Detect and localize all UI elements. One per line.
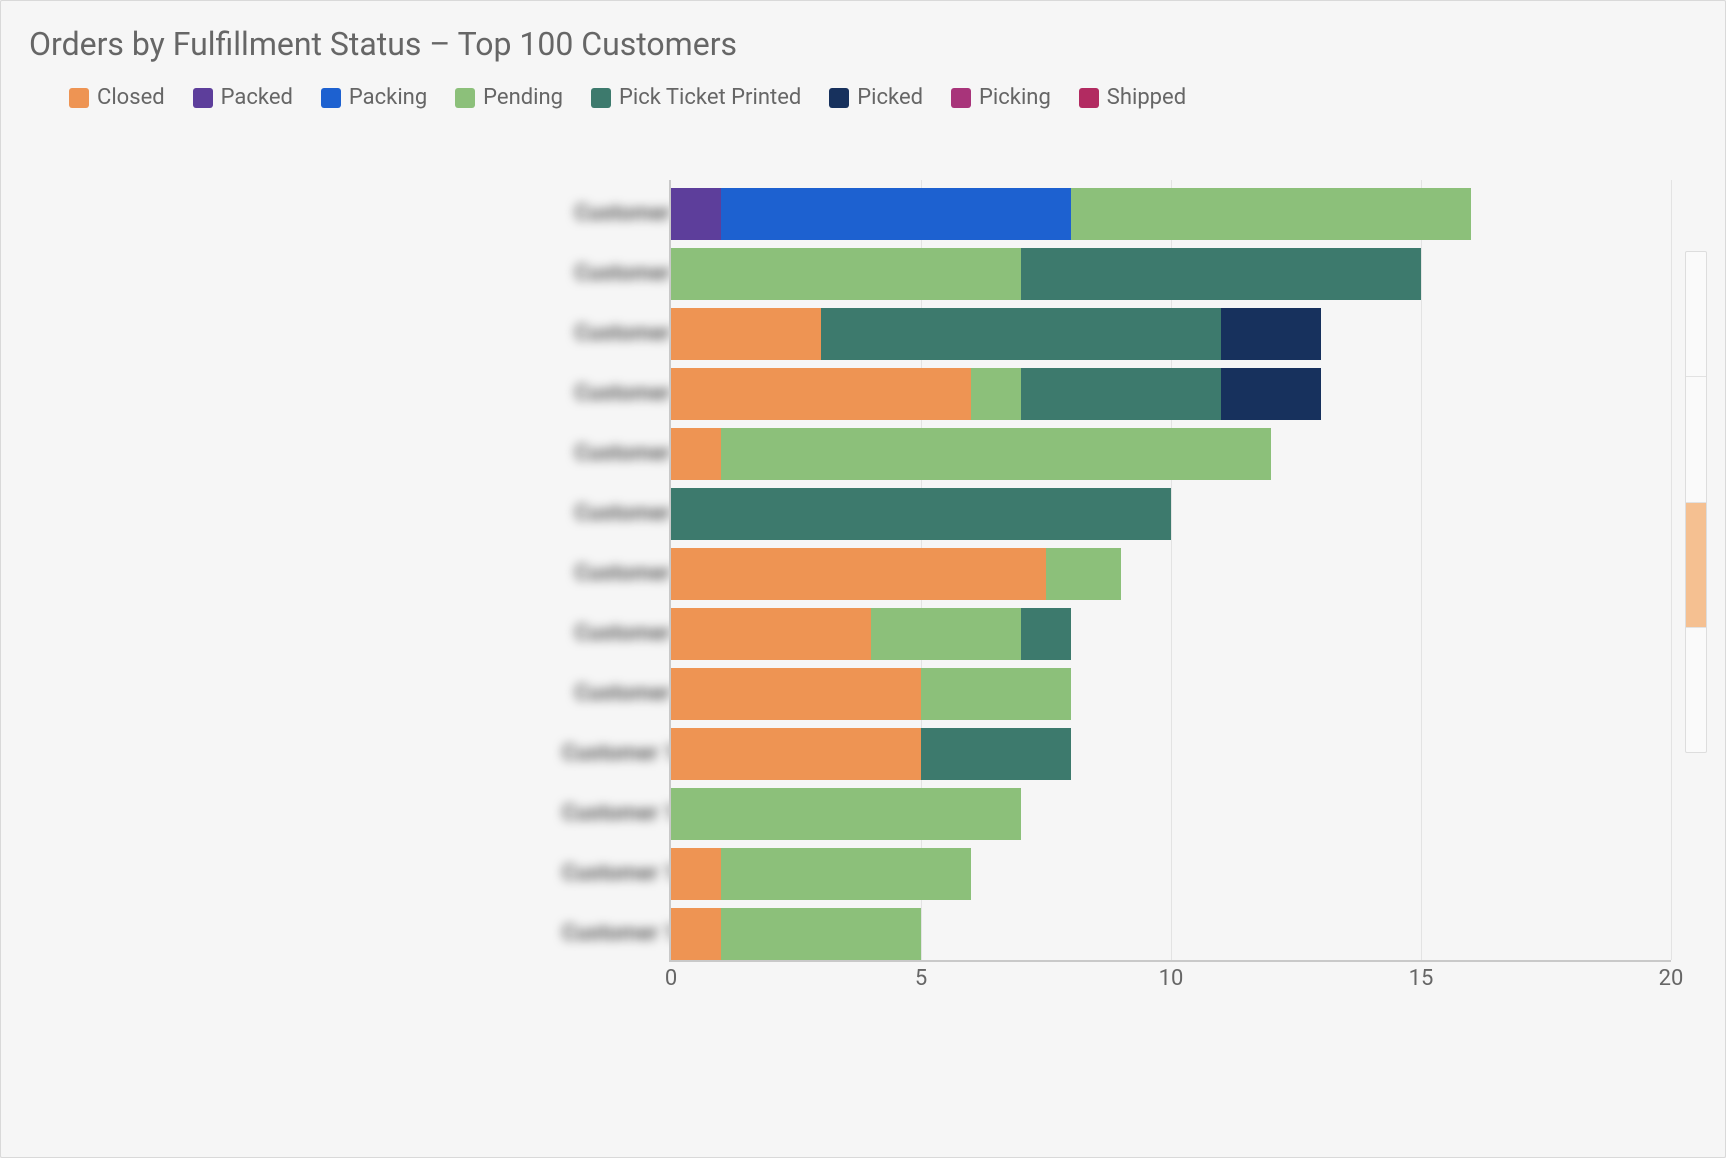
legend-item[interactable]: Pick Ticket Printed	[591, 85, 801, 110]
legend-label: Pending	[483, 85, 563, 110]
legend-swatch	[951, 88, 971, 108]
bar-segment[interactable]	[971, 368, 1021, 420]
bar-segment[interactable]	[671, 608, 871, 660]
bar-row[interactable]	[671, 248, 1671, 300]
scroll-rail-thumb[interactable]	[1686, 503, 1706, 628]
bar-row[interactable]	[671, 308, 1671, 360]
legend-item[interactable]: Shipped	[1079, 85, 1186, 110]
bar-segment[interactable]	[1046, 548, 1121, 600]
bar-segment[interactable]	[1221, 308, 1321, 360]
bar-row[interactable]	[671, 728, 1671, 780]
legend-label: Shipped	[1107, 85, 1186, 110]
legend-item[interactable]: Packed	[193, 85, 293, 110]
legend-swatch	[321, 88, 341, 108]
legend-label: Packing	[349, 85, 427, 110]
bar-segment[interactable]	[671, 788, 1021, 840]
bar-segment[interactable]	[1221, 368, 1321, 420]
bar-segment[interactable]	[671, 488, 1171, 540]
legend-item[interactable]: Pending	[455, 85, 563, 110]
x-tick-label: 5	[915, 966, 927, 991]
bar-segment[interactable]	[671, 728, 921, 780]
bar-segment[interactable]	[721, 848, 971, 900]
legend: Closed Packed Packing Pending Pick Ticket Pr…	[69, 85, 1697, 110]
bar-row[interactable]	[671, 548, 1671, 600]
legend-label: Pick Ticket Printed	[619, 85, 801, 110]
bar-segment[interactable]	[821, 308, 1221, 360]
chart-title: Orders by Fulfillment Status – Top 100 C…	[29, 25, 1697, 63]
legend-label: Packed	[221, 85, 293, 110]
plot-area: Customer 1Customer 2Customer 3Customer 4…	[669, 180, 1697, 1000]
legend-swatch	[591, 88, 611, 108]
gridline	[1671, 180, 1672, 960]
bar-segment[interactable]	[721, 188, 1071, 240]
scroll-rail-up[interactable]	[1686, 252, 1706, 377]
bar-segment[interactable]	[921, 668, 1071, 720]
bars-container	[671, 180, 1671, 960]
bar-segment[interactable]	[1021, 608, 1071, 660]
bar-segment[interactable]	[671, 308, 821, 360]
bar-segment[interactable]	[721, 908, 921, 960]
bar-segment[interactable]	[671, 428, 721, 480]
x-axis-ticks: 05101520	[671, 966, 1671, 996]
scroll-rail-down[interactable]	[1686, 628, 1706, 752]
bar-row[interactable]	[671, 488, 1671, 540]
bar-row[interactable]	[671, 848, 1671, 900]
legend-swatch	[1079, 88, 1099, 108]
bar-row[interactable]	[671, 428, 1671, 480]
bar-segment[interactable]	[671, 848, 721, 900]
bar-segment[interactable]	[671, 188, 721, 240]
legend-label: Closed	[97, 85, 165, 110]
bar-row[interactable]	[671, 668, 1671, 720]
legend-item[interactable]: Picked	[829, 85, 923, 110]
scroll-rail-track[interactable]	[1686, 377, 1706, 502]
legend-swatch	[829, 88, 849, 108]
bar-segment[interactable]	[871, 608, 1021, 660]
x-tick-label: 0	[665, 966, 677, 991]
bar-segment[interactable]	[671, 368, 971, 420]
legend-label: Picked	[857, 85, 923, 110]
bar-segment[interactable]	[671, 908, 721, 960]
bar-segment[interactable]	[1021, 368, 1221, 420]
legend-swatch	[69, 88, 89, 108]
bar-segment[interactable]	[671, 668, 921, 720]
bar-segment[interactable]	[921, 728, 1071, 780]
bar-segment[interactable]	[1021, 248, 1421, 300]
bar-row[interactable]	[671, 608, 1671, 660]
x-tick-label: 10	[1159, 966, 1184, 991]
scroll-rail[interactable]	[1685, 251, 1707, 753]
legend-label: Picking	[979, 85, 1051, 110]
legend-item[interactable]: Picking	[951, 85, 1051, 110]
chart-widget: Orders by Fulfillment Status – Top 100 C…	[0, 0, 1726, 1158]
legend-swatch	[193, 88, 213, 108]
bar-row[interactable]	[671, 188, 1671, 240]
plot-inner: 05101520	[669, 180, 1671, 962]
legend-item[interactable]: Packing	[321, 85, 427, 110]
x-tick-label: 15	[1409, 966, 1434, 991]
bar-row[interactable]	[671, 788, 1671, 840]
bar-segment[interactable]	[671, 248, 1021, 300]
bar-segment[interactable]	[1071, 188, 1471, 240]
legend-item[interactable]: Closed	[69, 85, 165, 110]
bar-row[interactable]	[671, 368, 1671, 420]
legend-swatch	[455, 88, 475, 108]
bar-segment[interactable]	[721, 428, 1271, 480]
x-tick-label: 20	[1659, 966, 1684, 991]
bar-segment[interactable]	[671, 548, 1046, 600]
bar-row[interactable]	[671, 908, 1671, 960]
